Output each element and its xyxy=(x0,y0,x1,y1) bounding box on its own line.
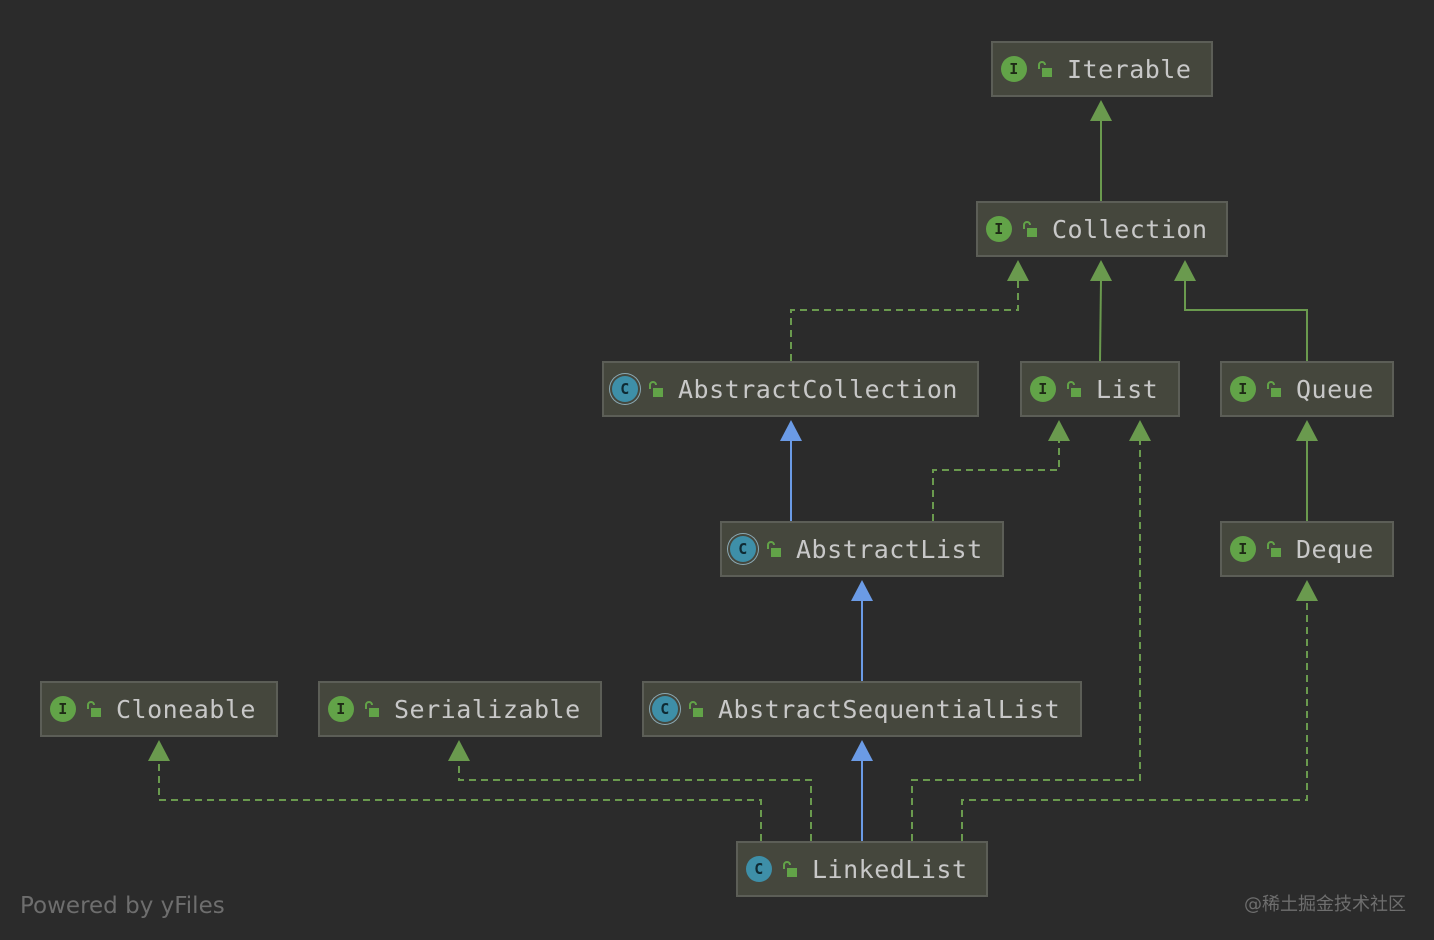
arrowhead-linkedlist-to-deque xyxy=(1296,580,1318,601)
public-lock-icon xyxy=(1267,381,1281,397)
arrowhead-abstractcollection-to-collection xyxy=(1007,260,1029,281)
node-label: Iterable xyxy=(1067,54,1192,84)
public-lock-icon xyxy=(783,861,797,877)
node-label: Cloneable xyxy=(116,694,256,724)
arrowhead-list-to-collection xyxy=(1090,260,1112,281)
node-deque[interactable]: I Deque xyxy=(1220,521,1394,577)
node-abstractcollection[interactable]: C AbstractCollection xyxy=(602,361,979,417)
powered-by-text: Powered by yFiles xyxy=(20,893,225,919)
node-label: Serializable xyxy=(394,694,581,724)
edge-queue-to-collection xyxy=(1184,280,1308,361)
arrowhead-linkedlist-to-cloneable xyxy=(148,740,170,761)
interface-icon: I xyxy=(1230,536,1256,562)
class-icon: C xyxy=(746,856,772,882)
node-abstractlist[interactable]: C AbstractList xyxy=(720,521,1004,577)
node-iterable[interactable]: I Iterable xyxy=(991,41,1213,97)
node-serializable[interactable]: I Serializable xyxy=(318,681,602,737)
interface-icon: I xyxy=(328,696,354,722)
public-lock-icon xyxy=(767,541,781,557)
interface-icon: I xyxy=(1030,376,1056,402)
node-linkedlist[interactable]: C LinkedList xyxy=(736,841,988,897)
arrowhead-linkedlist-to-serializable xyxy=(448,740,470,761)
interface-icon: I xyxy=(986,216,1012,242)
node-label: Deque xyxy=(1296,534,1374,564)
public-lock-icon xyxy=(1067,381,1081,397)
public-lock-icon xyxy=(365,701,379,717)
node-label: LinkedList xyxy=(812,854,968,884)
arrowhead-queue-to-collection xyxy=(1174,260,1196,281)
abstract-class-icon: C xyxy=(652,696,678,722)
node-label: List xyxy=(1096,374,1159,404)
abstract-class-icon: C xyxy=(730,536,756,562)
arrowhead-deque-to-queue xyxy=(1296,420,1318,441)
node-collection[interactable]: I Collection xyxy=(976,201,1228,257)
interface-icon: I xyxy=(50,696,76,722)
arrowhead-linkedlist-to-list xyxy=(1129,420,1151,441)
node-label: AbstractList xyxy=(796,534,983,564)
public-lock-icon xyxy=(689,701,703,717)
node-abstractsequentiallist[interactable]: C AbstractSequentialList xyxy=(642,681,1082,737)
edge-abstractcollection-to-collection xyxy=(790,280,1019,361)
node-list[interactable]: I List xyxy=(1020,361,1180,417)
public-lock-icon xyxy=(649,381,663,397)
arrowhead-abstractlist-to-abstractcollection xyxy=(780,420,802,441)
node-label: AbstractSequentialList xyxy=(718,694,1061,724)
interface-icon: I xyxy=(1001,56,1027,82)
edge-list-to-collection xyxy=(1099,279,1102,362)
node-label: Queue xyxy=(1296,374,1374,404)
public-lock-icon xyxy=(1267,541,1281,557)
public-lock-icon xyxy=(87,701,101,717)
watermark-text: @稀土掘金技术社区 xyxy=(1244,894,1406,915)
public-lock-icon xyxy=(1023,221,1037,237)
node-queue[interactable]: I Queue xyxy=(1220,361,1394,417)
edge-layer xyxy=(148,100,1318,841)
arrowhead-linkedlist-to-abstractsequentiallist xyxy=(851,740,873,761)
interface-icon: I xyxy=(1230,376,1256,402)
abstract-class-icon: C xyxy=(612,376,638,402)
edge-linkedlist-to-list xyxy=(911,440,1141,841)
node-label: AbstractCollection xyxy=(678,374,958,404)
arrowhead-collection-to-iterable xyxy=(1090,100,1112,121)
edge-abstractlist-to-list xyxy=(932,440,1060,521)
public-lock-icon xyxy=(1038,61,1052,77)
node-label: Collection xyxy=(1052,214,1208,244)
node-cloneable[interactable]: I Cloneable xyxy=(40,681,278,737)
arrowhead-abstractsequentiallist-to-abstractlist xyxy=(851,580,873,601)
arrowhead-abstractlist-to-list xyxy=(1048,420,1070,441)
